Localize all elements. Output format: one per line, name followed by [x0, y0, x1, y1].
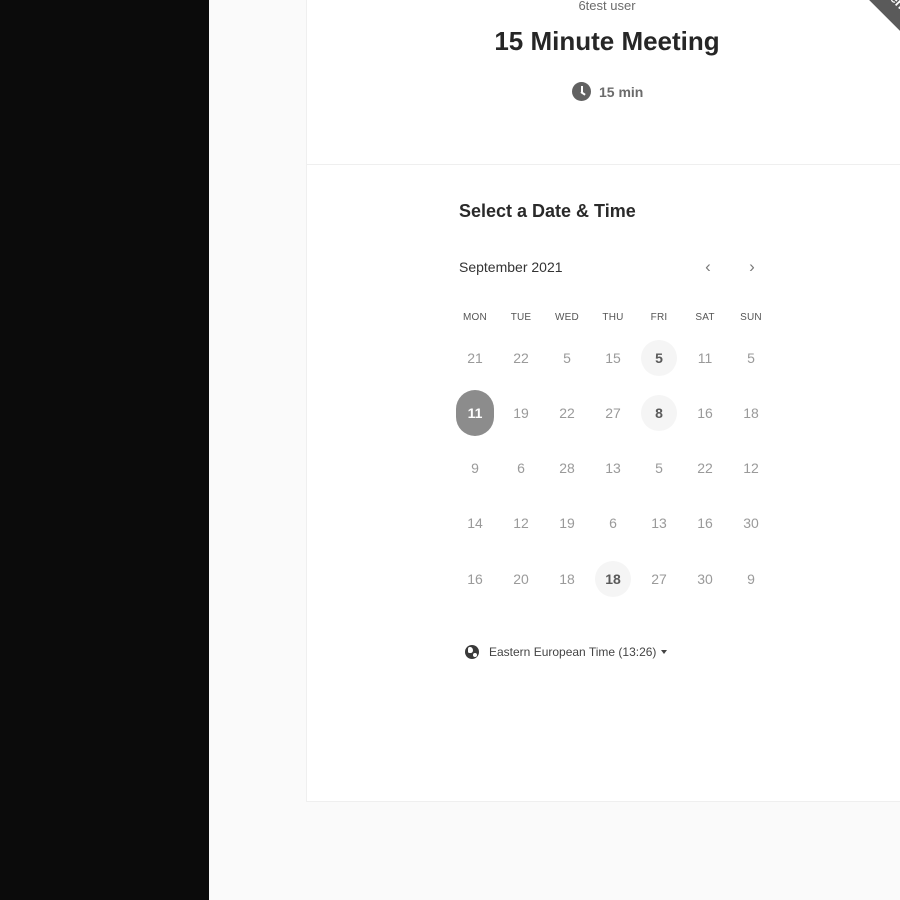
day-number: 9: [747, 570, 755, 587]
day-number: 28: [559, 460, 575, 477]
event-header: 6test user 15 Minute Meeting 15 min POWE…: [307, 0, 900, 165]
timezone-selector[interactable]: Eastern European Time (13:26): [465, 645, 668, 659]
day-number: 9: [471, 460, 479, 477]
calendar-day: 12: [728, 441, 774, 496]
calendar-day: 13: [636, 496, 682, 551]
calendar-day: 14: [452, 496, 498, 551]
powered-by-ribbon[interactable]: POWERED BY Calendly: [837, 0, 900, 61]
calendar-day: 16: [452, 551, 498, 606]
calendar-day: 5: [728, 330, 774, 385]
day-number: 16: [467, 570, 483, 587]
day-number: 22: [697, 460, 713, 477]
weekday-label: SUN: [740, 312, 762, 323]
calendar-day: 6: [498, 441, 544, 496]
day-number: 11: [697, 349, 713, 366]
globe-icon: [465, 645, 479, 659]
calendar-day: 15: [590, 330, 636, 385]
day-number: 13: [651, 515, 667, 532]
calendar-day: 27: [636, 551, 682, 606]
day-number: 12: [743, 460, 759, 477]
scheduling-card: 6test user 15 Minute Meeting 15 min POWE…: [306, 0, 900, 802]
timezone-label: Eastern European Time (13:26): [489, 645, 657, 659]
day-number: 20: [513, 570, 529, 587]
duration-row: 15 min: [572, 82, 643, 101]
calendar-day: 21: [452, 330, 498, 385]
weekday-label: THU: [602, 312, 624, 323]
day-number: 15: [605, 349, 621, 366]
calendar-day: 30: [728, 496, 774, 551]
day-number: 12: [513, 515, 529, 532]
duration-label: 15 min: [599, 83, 644, 100]
section-title: Select a Date & Time: [459, 201, 636, 221]
calendar-day: 18: [728, 385, 774, 440]
calendar-day: 13: [590, 441, 636, 496]
calendar-day: 20: [498, 551, 544, 606]
calendar-day: 22: [498, 330, 544, 385]
previous-month-button[interactable]: ‹: [696, 255, 720, 279]
day-number: 19: [513, 404, 529, 421]
weekday-label: MON: [463, 312, 487, 323]
day-number: 22: [559, 404, 575, 421]
calendar-day: 12: [498, 496, 544, 551]
day-number: 5: [655, 460, 663, 477]
calendar-day: 11: [682, 330, 728, 385]
day-number: 6: [517, 460, 525, 477]
calendar-day-available[interactable]: 18: [590, 551, 636, 606]
calendar-day-grid: 21 22 5 15 5 11 5 11 19 22 27 8 16 18 9 6 28 13 5 22 12 14 12 1…: [452, 330, 774, 606]
calendar-day: 6: [590, 496, 636, 551]
calendar-day: 5: [636, 441, 682, 496]
day-number: 5: [641, 339, 677, 376]
day-number: 6: [609, 515, 617, 532]
calendar-day: 19: [544, 496, 590, 551]
calendar-day: 22: [544, 385, 590, 440]
calendar-day: 18: [544, 551, 590, 606]
calendar-day-selected[interactable]: 11: [452, 385, 498, 440]
weekday-label: SAT: [695, 312, 715, 323]
day-number: 5: [747, 349, 755, 366]
day-number: 30: [743, 515, 759, 532]
calendar-day: 28: [544, 441, 590, 496]
powered-by-badge[interactable]: POWERED BY Calendly: [802, 0, 900, 110]
calendar-day: 27: [590, 385, 636, 440]
day-number: 27: [651, 570, 667, 587]
calendar-day-available[interactable]: 8: [636, 385, 682, 440]
brand-name: Calendly: [872, 0, 900, 26]
calendar-day-available[interactable]: 5: [636, 330, 682, 385]
caret-down-icon: [661, 650, 668, 654]
day-number: 18: [559, 570, 575, 587]
day-number: 19: [559, 515, 575, 532]
weekday-header-row: MON TUE WED THU FRI SAT SUN: [452, 312, 774, 326]
day-number: 14: [467, 515, 483, 532]
weekday-label: TUE: [510, 312, 532, 323]
day-number: 13: [605, 460, 621, 477]
calendar-day: 30: [682, 551, 728, 606]
day-number: 30: [697, 570, 713, 587]
calendar-day: 16: [682, 496, 728, 551]
day-number: 18: [595, 560, 631, 597]
calendar-day: 9: [452, 441, 498, 496]
calendar-day: 16: [682, 385, 728, 440]
calendar-day: 22: [682, 441, 728, 496]
day-number: 22: [513, 349, 529, 366]
month-label: September 2021: [459, 259, 563, 275]
day-number: 21: [467, 349, 483, 366]
calendar-day: 5: [544, 330, 590, 385]
calendar-day: 9: [728, 551, 774, 606]
weekday-label: FRI: [650, 312, 668, 323]
weekday-label: WED: [555, 312, 579, 323]
clock-icon: [572, 82, 591, 101]
day-number: 5: [563, 349, 571, 366]
next-month-button[interactable]: ›: [740, 255, 764, 279]
day-number: 18: [743, 404, 759, 421]
day-number: 16: [697, 515, 713, 532]
black-backdrop-left: [0, 0, 209, 900]
day-number: 27: [605, 404, 621, 421]
calendar-day: 19: [498, 385, 544, 440]
day-number: 16: [697, 404, 713, 421]
day-number: 11: [456, 389, 494, 436]
day-number: 8: [641, 394, 677, 431]
